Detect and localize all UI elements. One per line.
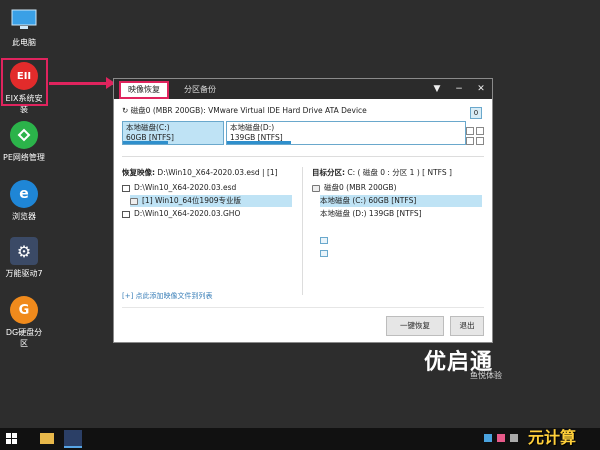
disk-header-text: 磁盘0 (MBR 200GB): VMware Virtual IDE Hard… <box>130 106 367 115</box>
partition-d[interactable]: 本地磁盘(D:) 139GB [NTFS] <box>226 121 466 145</box>
partition-icon <box>320 250 328 257</box>
tree-item-label: D:\Win10_X64-2020.03.GHO <box>134 209 241 218</box>
close-button[interactable]: ✕ <box>474 82 488 96</box>
desktop-icon-label: PE网络管理 <box>3 153 45 162</box>
exit-button[interactable]: 退出 <box>450 316 484 336</box>
tray-network-icon[interactable] <box>484 434 492 442</box>
target-partition-row: 目标分区: C: ( 磁盘 0 : 分区 1 ) [ NTFS ] <box>312 167 452 178</box>
tree-item-label: [1] Win10_64位1909专业版 <box>142 196 242 205</box>
disk-badge: 0 <box>470 107 482 119</box>
partition-name: 本地磁盘(D:) <box>230 123 275 132</box>
browser-icon: e <box>10 180 38 208</box>
divider <box>122 156 484 157</box>
file-explorer-icon[interactable] <box>40 433 54 444</box>
tab-partition-backup[interactable]: 分区备份 <box>174 81 226 99</box>
tree-item[interactable]: D:\Win10_X64-2020.03.GHO <box>122 208 240 220</box>
partition-usage-bar <box>227 141 292 144</box>
tree-item-selected[interactable]: [1] Win10_64位1909专业版 <box>130 195 292 207</box>
pane-divider <box>302 167 303 295</box>
desktop-icon-label: DG硬盘分区 <box>5 328 43 348</box>
add-image-link[interactable]: [+] 点此添加映像文件到列表 <box>122 291 213 301</box>
taskbar <box>0 428 600 450</box>
refresh-icon[interactable]: ↻ <box>122 106 128 115</box>
image-restore-window: 映像恢复 分区备份 ▼ − ✕ ↻ 磁盘0 (MBR 200GB): VMwar… <box>113 78 493 343</box>
partition-icon <box>320 237 328 244</box>
restore-image-path: D:\Win10_X64-2020.03.esd | [1] <box>157 168 278 177</box>
disk-icon <box>130 197 138 205</box>
partition-c[interactable]: 本地磁盘(C:) 60GB [NTFS] <box>122 121 224 145</box>
tree-item-label: 本地磁盘 (D:) 139GB [NTFS] <box>320 209 422 218</box>
tree-item-selected[interactable]: 本地磁盘 (C:) 60GB [NTFS] <box>320 195 482 244</box>
tree-item-label: D:\Win10_X64-2020.03.esd <box>134 183 237 192</box>
monitor-icon <box>122 184 130 192</box>
tray-volume-icon[interactable] <box>510 434 518 442</box>
window-titlebar: 映像恢复 分区备份 ▼ − ✕ <box>114 79 492 99</box>
brand-subtitle: 鱼悦体验 <box>470 371 502 380</box>
desktop-icon-label: 浏览器 <box>12 212 36 221</box>
tray-app-icon[interactable] <box>497 434 505 442</box>
tree-item[interactable]: D:\Win10_X64-2020.03.esd <box>122 182 236 194</box>
restore-image-label: 恢复映像: <box>122 168 155 177</box>
computer-icon <box>10 6 38 34</box>
monitor-icon <box>122 210 130 218</box>
desktop-icon-label: 此电脑 <box>12 38 36 47</box>
dg-icon: G <box>10 296 38 324</box>
gear-icon: ⚙ <box>10 237 38 265</box>
disk-icon <box>312 184 320 192</box>
desktop-icon-pe-network[interactable]: PE网络管理 <box>2 121 46 163</box>
target-partition-value: C: ( 磁盘 0 : 分区 1 ) [ NTFS ] <box>347 168 452 177</box>
eix-taskbar-icon[interactable] <box>64 430 82 448</box>
one-click-restore-button[interactable]: 一键恢复 <box>386 316 444 336</box>
tree-item[interactable]: 本地磁盘 (D:) 139GB [NTFS] <box>320 208 422 257</box>
divider <box>122 307 484 308</box>
minimize-button[interactable]: − <box>452 82 466 96</box>
desktop-icon-browser[interactable]: e 浏览器 <box>2 180 46 222</box>
disk-header: ↻ 磁盘0 (MBR 200GB): VMware Virtual IDE Ha… <box>122 105 367 116</box>
pointer-arrow <box>49 77 115 89</box>
partition-name: 本地磁盘(C:) <box>126 123 170 132</box>
tab-image-restore[interactable]: 映像恢复 <box>119 81 169 99</box>
tree-item-label: 磁盘0 (MBR 200GB) <box>324 183 397 192</box>
windows-start-icon[interactable] <box>6 433 18 445</box>
dropdown-arrow-icon[interactable]: ▼ <box>430 82 444 96</box>
restore-image-row: 恢复映像: D:\Win10_X64-2020.03.esd | [1] <box>122 167 278 178</box>
tree-item[interactable]: 磁盘0 (MBR 200GB) <box>312 182 397 194</box>
partition-usage-bar <box>123 141 168 144</box>
desktop-icon-this-pc[interactable]: 此电脑 <box>2 6 46 48</box>
desktop-icon-label: 万能驱动7 <box>5 269 43 278</box>
network-icon <box>10 121 38 149</box>
desktop-icon-driver[interactable]: ⚙ 万能驱动7 <box>2 237 46 279</box>
eix-highlight-frame <box>1 58 48 106</box>
view-grid-icon[interactable] <box>466 127 484 145</box>
tree-item-label: 本地磁盘 (C:) 60GB [NTFS] <box>320 196 417 205</box>
desktop-icon-dg[interactable]: G DG硬盘分区 <box>2 296 46 349</box>
target-partition-label: 目标分区: <box>312 168 345 177</box>
watermark: 元计算 <box>528 428 577 447</box>
